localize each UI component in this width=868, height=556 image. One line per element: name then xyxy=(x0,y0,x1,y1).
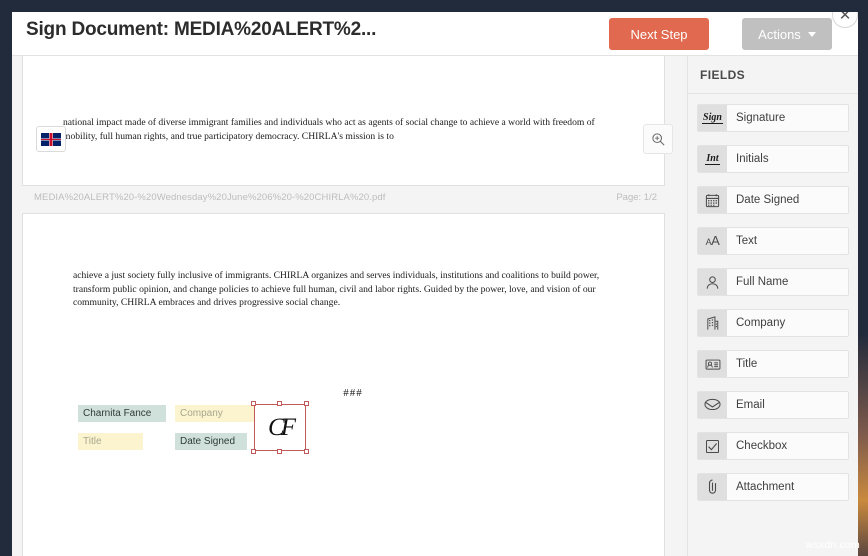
signature-icon: Sign xyxy=(698,105,727,131)
signature-icon-glyph: Sign xyxy=(702,112,723,124)
resize-handle-top-right[interactable] xyxy=(304,401,309,406)
sign-document-modal: Sign Document: MEDIA%20ALERT%2... Next S… xyxy=(12,12,858,556)
page-indicator-label: Page: 1/2 xyxy=(616,192,657,203)
building-icon-glyph xyxy=(707,315,719,330)
field-item-label: Email xyxy=(736,399,765,411)
checkbox-icon-glyph xyxy=(705,439,720,453)
magnifier-plus-icon[interactable] xyxy=(643,124,673,154)
document-info-bar: MEDIA%20ALERT%20-%20Wednesday%20June%206… xyxy=(22,190,665,210)
field-item-company[interactable]: Company xyxy=(697,309,849,337)
field-item-label: Date Signed xyxy=(736,194,800,206)
field-item-label: Full Name xyxy=(736,276,789,288)
watermark: wsxdn.com xyxy=(805,539,860,551)
field-item-label: Company xyxy=(736,317,786,329)
next-step-button[interactable]: Next Step xyxy=(609,18,709,50)
field-item-attachment[interactable]: Attachment xyxy=(697,473,849,501)
uk-flag-graphic xyxy=(41,132,61,146)
id-card-icon-glyph xyxy=(705,359,720,370)
fields-sidebar-title: FIELDS xyxy=(700,67,746,82)
field-item-signature[interactable]: Sign Signature xyxy=(697,104,849,132)
resize-handle-bottom-left[interactable] xyxy=(251,449,256,454)
fields-list: Sign Signature Int Initials Date Signed … xyxy=(688,94,858,501)
placed-field-company[interactable]: Company xyxy=(175,405,261,422)
calendar-icon xyxy=(698,187,727,213)
field-item-full-name[interactable]: Full Name xyxy=(697,268,849,296)
previous-page-text: national impact made of diverse immigran… xyxy=(63,117,595,142)
document-viewer[interactable]: national impact made of diverse immigran… xyxy=(12,56,687,556)
field-item-title[interactable]: Title xyxy=(697,350,849,378)
building-icon xyxy=(698,310,727,336)
field-item-label: Text xyxy=(736,235,758,247)
text-aa-icon-glyph: AA xyxy=(705,233,720,248)
resize-handle-bottom-middle[interactable] xyxy=(277,449,282,454)
checkbox-icon xyxy=(698,433,727,459)
backdrop-right-edge xyxy=(858,0,868,556)
actions-dropdown-button[interactable]: Actions xyxy=(742,18,832,50)
fields-sidebar-header: FIELDS xyxy=(688,56,858,94)
placed-field-signature-selected[interactable]: CF xyxy=(251,401,309,454)
paperclip-icon xyxy=(698,474,727,500)
chevron-down-icon xyxy=(807,31,816,37)
field-item-label: Signature xyxy=(736,112,786,124)
resize-handle-bottom-right[interactable] xyxy=(304,449,309,454)
initials-icon-glyph: Int xyxy=(705,153,720,165)
document-page-current[interactable]: achieve a just society fully inclusive o… xyxy=(22,213,665,556)
fields-sidebar: FIELDS Sign Signature Int Initials Date … xyxy=(687,56,858,556)
modal-body: national impact made of diverse immigran… xyxy=(12,56,858,556)
page-title: Sign Document: MEDIA%20ALERT%2... xyxy=(26,19,377,40)
field-item-label: Title xyxy=(736,358,758,370)
envelope-icon xyxy=(698,392,727,418)
resize-handle-top-middle[interactable] xyxy=(277,401,282,406)
uk-flag-icon[interactable] xyxy=(36,126,66,152)
initials-icon: Int xyxy=(698,146,727,172)
field-item-label: Attachment xyxy=(736,481,795,493)
resize-handle-top-left[interactable] xyxy=(251,401,256,406)
field-item-text[interactable]: AA Text xyxy=(697,227,849,255)
close-icon[interactable]: ✕ xyxy=(832,12,858,28)
document-page-previous: national impact made of diverse immigran… xyxy=(22,56,665,186)
magnifier-plus-glyph xyxy=(651,132,665,146)
field-item-checkbox[interactable]: Checkbox xyxy=(697,432,849,460)
file-name-label: MEDIA%20ALERT%20-%20Wednesday%20June%206… xyxy=(34,192,386,203)
field-item-email[interactable]: Email xyxy=(697,391,849,419)
calendar-icon-glyph xyxy=(705,193,720,207)
field-item-initials[interactable]: Int Initials xyxy=(697,145,849,173)
id-card-icon xyxy=(698,351,727,377)
person-icon xyxy=(698,269,727,295)
actions-label: Actions xyxy=(758,26,801,42)
envelope-icon-glyph xyxy=(704,398,721,411)
current-page-text: achieve a just society fully inclusive o… xyxy=(73,269,633,399)
placed-field-date-signed[interactable]: Date Signed xyxy=(175,433,247,450)
paperclip-icon-glyph xyxy=(708,479,717,494)
person-icon-glyph xyxy=(706,275,719,289)
placed-field-full-name[interactable]: Charnita Fance xyxy=(78,405,166,422)
text-aa-icon: AA xyxy=(698,228,727,254)
field-item-label: Initials xyxy=(736,153,769,165)
field-item-label: Checkbox xyxy=(736,440,788,452)
modal-header: Sign Document: MEDIA%20ALERT%2... Next S… xyxy=(12,12,858,56)
signature-glyph: CF xyxy=(268,413,296,441)
document-end-mark: ### xyxy=(343,387,363,399)
field-item-date-signed[interactable]: Date Signed xyxy=(697,186,849,214)
placed-field-title[interactable]: Title xyxy=(78,433,143,450)
